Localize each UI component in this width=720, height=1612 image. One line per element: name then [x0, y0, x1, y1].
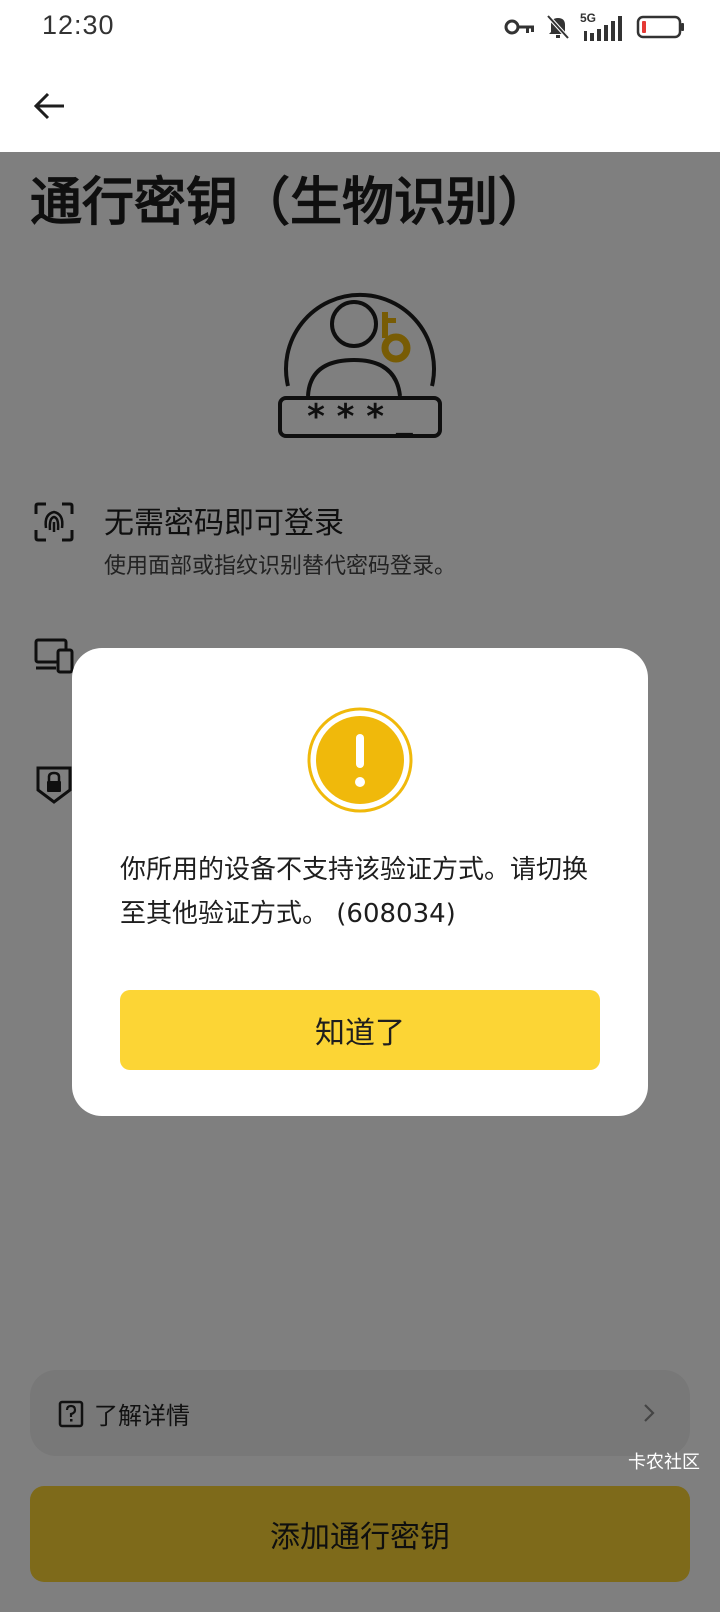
error-dialog: 你所用的设备不支持该验证方式。请切换至其他验证方式。 (608034) 知道了 — [72, 648, 648, 1116]
status-icons: 5G — [504, 11, 686, 42]
bell-muted-icon — [546, 14, 570, 40]
dialog-message: 你所用的设备不支持该验证方式。请切换至其他验证方式。 (608034) — [120, 855, 589, 929]
status-bar: 12:30 5G — [0, 0, 720, 54]
battery-icon — [636, 15, 684, 39]
watermark: 卡农社区 — [628, 1452, 700, 1473]
status-time: 12:30 — [42, 10, 115, 40]
key-icon — [504, 19, 534, 35]
warning-circle-icon — [307, 707, 413, 813]
ok-button[interactable]: 知道了 — [120, 990, 600, 1070]
signal-icon: 5G — [580, 11, 626, 41]
app-bar — [0, 54, 720, 152]
arrow-left-icon[interactable] — [32, 88, 68, 124]
